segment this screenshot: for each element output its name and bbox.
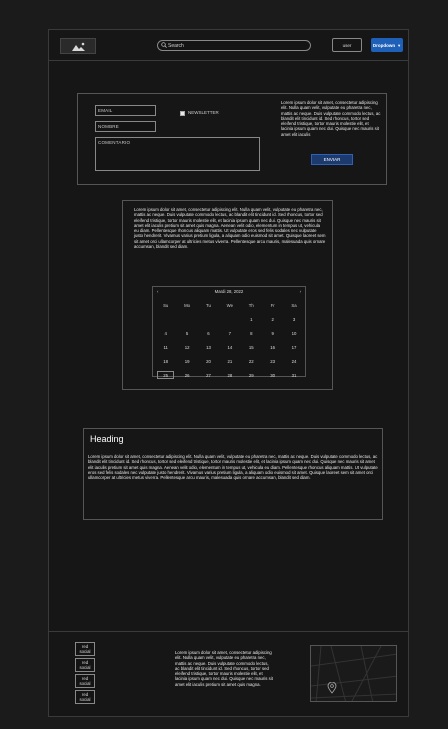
calendar-day[interactable]: 8 xyxy=(241,329,262,337)
social-link-label: red social xyxy=(79,660,91,670)
contact-form: EMAIL NOMBRE COMENTARIO NEWSLETTER Lorem… xyxy=(77,93,387,185)
calendar-day[interactable]: 2 xyxy=(262,315,283,323)
calendar-day[interactable]: 16 xyxy=(262,343,283,351)
search-bar xyxy=(157,40,311,51)
calendar-empty-cell xyxy=(155,385,176,393)
content-card: Heading Lorem ipsum dolor sit amet, cons… xyxy=(83,428,383,520)
calendar-day[interactable]: 21 xyxy=(219,357,240,365)
image-placeholder-icon xyxy=(72,42,85,51)
email-field-label: EMAIL xyxy=(98,108,113,113)
social-link[interactable]: red social xyxy=(75,658,95,672)
weekday-label: Sa xyxy=(291,302,297,308)
calendar-day[interactable]: 15 xyxy=(241,343,262,351)
calendar-day[interactable]: 11 xyxy=(155,343,176,351)
chevron-right-icon[interactable]: › xyxy=(300,289,301,294)
calendar-empty-cell xyxy=(155,315,176,323)
weekday-label: Su xyxy=(163,302,169,308)
weekday-label: We xyxy=(226,302,234,308)
social-link[interactable]: red social xyxy=(75,642,95,656)
send-button[interactable]: ENVIAR xyxy=(311,154,353,165)
social-link[interactable]: red social xyxy=(75,674,95,688)
name-field-label: NOMBRE xyxy=(98,124,119,129)
map[interactable] xyxy=(310,645,397,702)
section-text: Lorem ipsum dolor sit amet, consectetur … xyxy=(134,207,326,250)
calendar-day[interactable]: 23 xyxy=(262,357,283,365)
calendar-day[interactable]: 3 xyxy=(283,315,304,323)
calendar-day[interactable]: 25 xyxy=(157,371,175,379)
search-icon xyxy=(161,42,167,48)
map-pin-icon xyxy=(327,682,337,694)
calendar-day[interactable]: 1 xyxy=(241,315,262,323)
calendar-day[interactable]: 18 xyxy=(155,357,176,365)
user-button[interactable]: user xyxy=(332,38,362,52)
calendar-day[interactable]: 27 xyxy=(198,371,219,379)
calendar-header: Mardi 28, 2022 ‹ › xyxy=(153,289,305,297)
calendar-grid: Su Mo Tu We Th Fr Sa 1 2 3 4 5 6 7 8 9 10 11 12 13 14 15 16 17 1… xyxy=(155,301,305,399)
email-field[interactable]: EMAIL xyxy=(95,105,156,116)
calendar-day[interactable]: 19 xyxy=(176,357,197,365)
weekday-label: Tu xyxy=(206,302,211,308)
form-description: Lorem ipsum dolor sit amet, consectetur … xyxy=(281,100,381,137)
newsletter-label: NEWSLETTER xyxy=(188,110,219,115)
calendar-day[interactable]: 20 xyxy=(198,357,219,365)
calendar: Mardi 28, 2022 ‹ › Su Mo Tu We Th Fr Sa 1 2 3 4 5 6 7… xyxy=(152,286,306,379)
calendar-day[interactable]: 5 xyxy=(176,329,197,337)
calendar-day[interactable]: 30 xyxy=(262,371,283,379)
footer: red social red social red social red soc… xyxy=(48,631,409,717)
weekday-label: Fr xyxy=(270,302,275,308)
content-heading: Heading xyxy=(90,434,124,444)
chevron-left-icon[interactable]: ‹ xyxy=(157,289,158,294)
calendar-day[interactable]: 31 xyxy=(283,371,304,379)
map-graphic xyxy=(311,646,396,701)
calendar-day[interactable]: 22 xyxy=(241,357,262,365)
header: user Dropdown ▼ xyxy=(49,30,408,61)
social-link-label: red social xyxy=(79,644,91,654)
weekday-label: Th xyxy=(248,302,254,308)
calendar-empty-cell xyxy=(219,315,240,323)
calendar-day[interactable]: 26 xyxy=(176,371,197,379)
social-link[interactable]: red social xyxy=(75,690,95,704)
search-input[interactable] xyxy=(168,41,306,50)
calendar-day[interactable]: 14 xyxy=(219,343,240,351)
calendar-empty-cell xyxy=(198,315,219,323)
calendar-day[interactable]: 29 xyxy=(241,371,262,379)
calendar-day[interactable]: 17 xyxy=(283,343,304,351)
calendar-day[interactable]: 24 xyxy=(283,357,304,365)
social-link-label: red social xyxy=(79,692,91,702)
footer-text: Lorem ipsum dolor sit amet, consectetur … xyxy=(175,650,273,687)
comment-field[interactable]: COMENTARIO xyxy=(95,137,260,171)
calendar-day[interactable]: 13 xyxy=(198,343,219,351)
newsletter-checkbox[interactable] xyxy=(180,111,185,116)
send-button-label: ENVIAR xyxy=(323,157,341,162)
comment-field-label: COMENTARIO xyxy=(98,140,131,145)
calendar-day[interactable]: 7 xyxy=(219,329,240,337)
calendar-day[interactable]: 6 xyxy=(198,329,219,337)
calendar-day[interactable]: 4 xyxy=(155,329,176,337)
calendar-empty-cell xyxy=(176,315,197,323)
weekday-label: Mo xyxy=(184,302,191,308)
dropdown-label: Dropdown xyxy=(372,42,396,48)
caret-down-icon: ▼ xyxy=(397,42,402,48)
calendar-day[interactable]: 28 xyxy=(219,371,240,379)
calendar-day[interactable]: 12 xyxy=(176,343,197,351)
calendar-day[interactable]: 9 xyxy=(262,329,283,337)
content-text: Lorem ipsum dolor sit amet, consectetur … xyxy=(88,454,378,481)
dropdown-button[interactable]: Dropdown ▼ xyxy=(371,38,403,52)
calendar-title: Mardi 28, 2022 xyxy=(214,289,244,294)
calendar-day[interactable]: 10 xyxy=(283,329,304,337)
name-field[interactable]: NOMBRE xyxy=(95,121,156,132)
calendar-section: Lorem ipsum dolor sit amet, consectetur … xyxy=(122,200,333,390)
social-link-label: red social xyxy=(79,676,91,686)
user-button-label: user xyxy=(342,42,352,48)
logo[interactable] xyxy=(60,38,96,54)
